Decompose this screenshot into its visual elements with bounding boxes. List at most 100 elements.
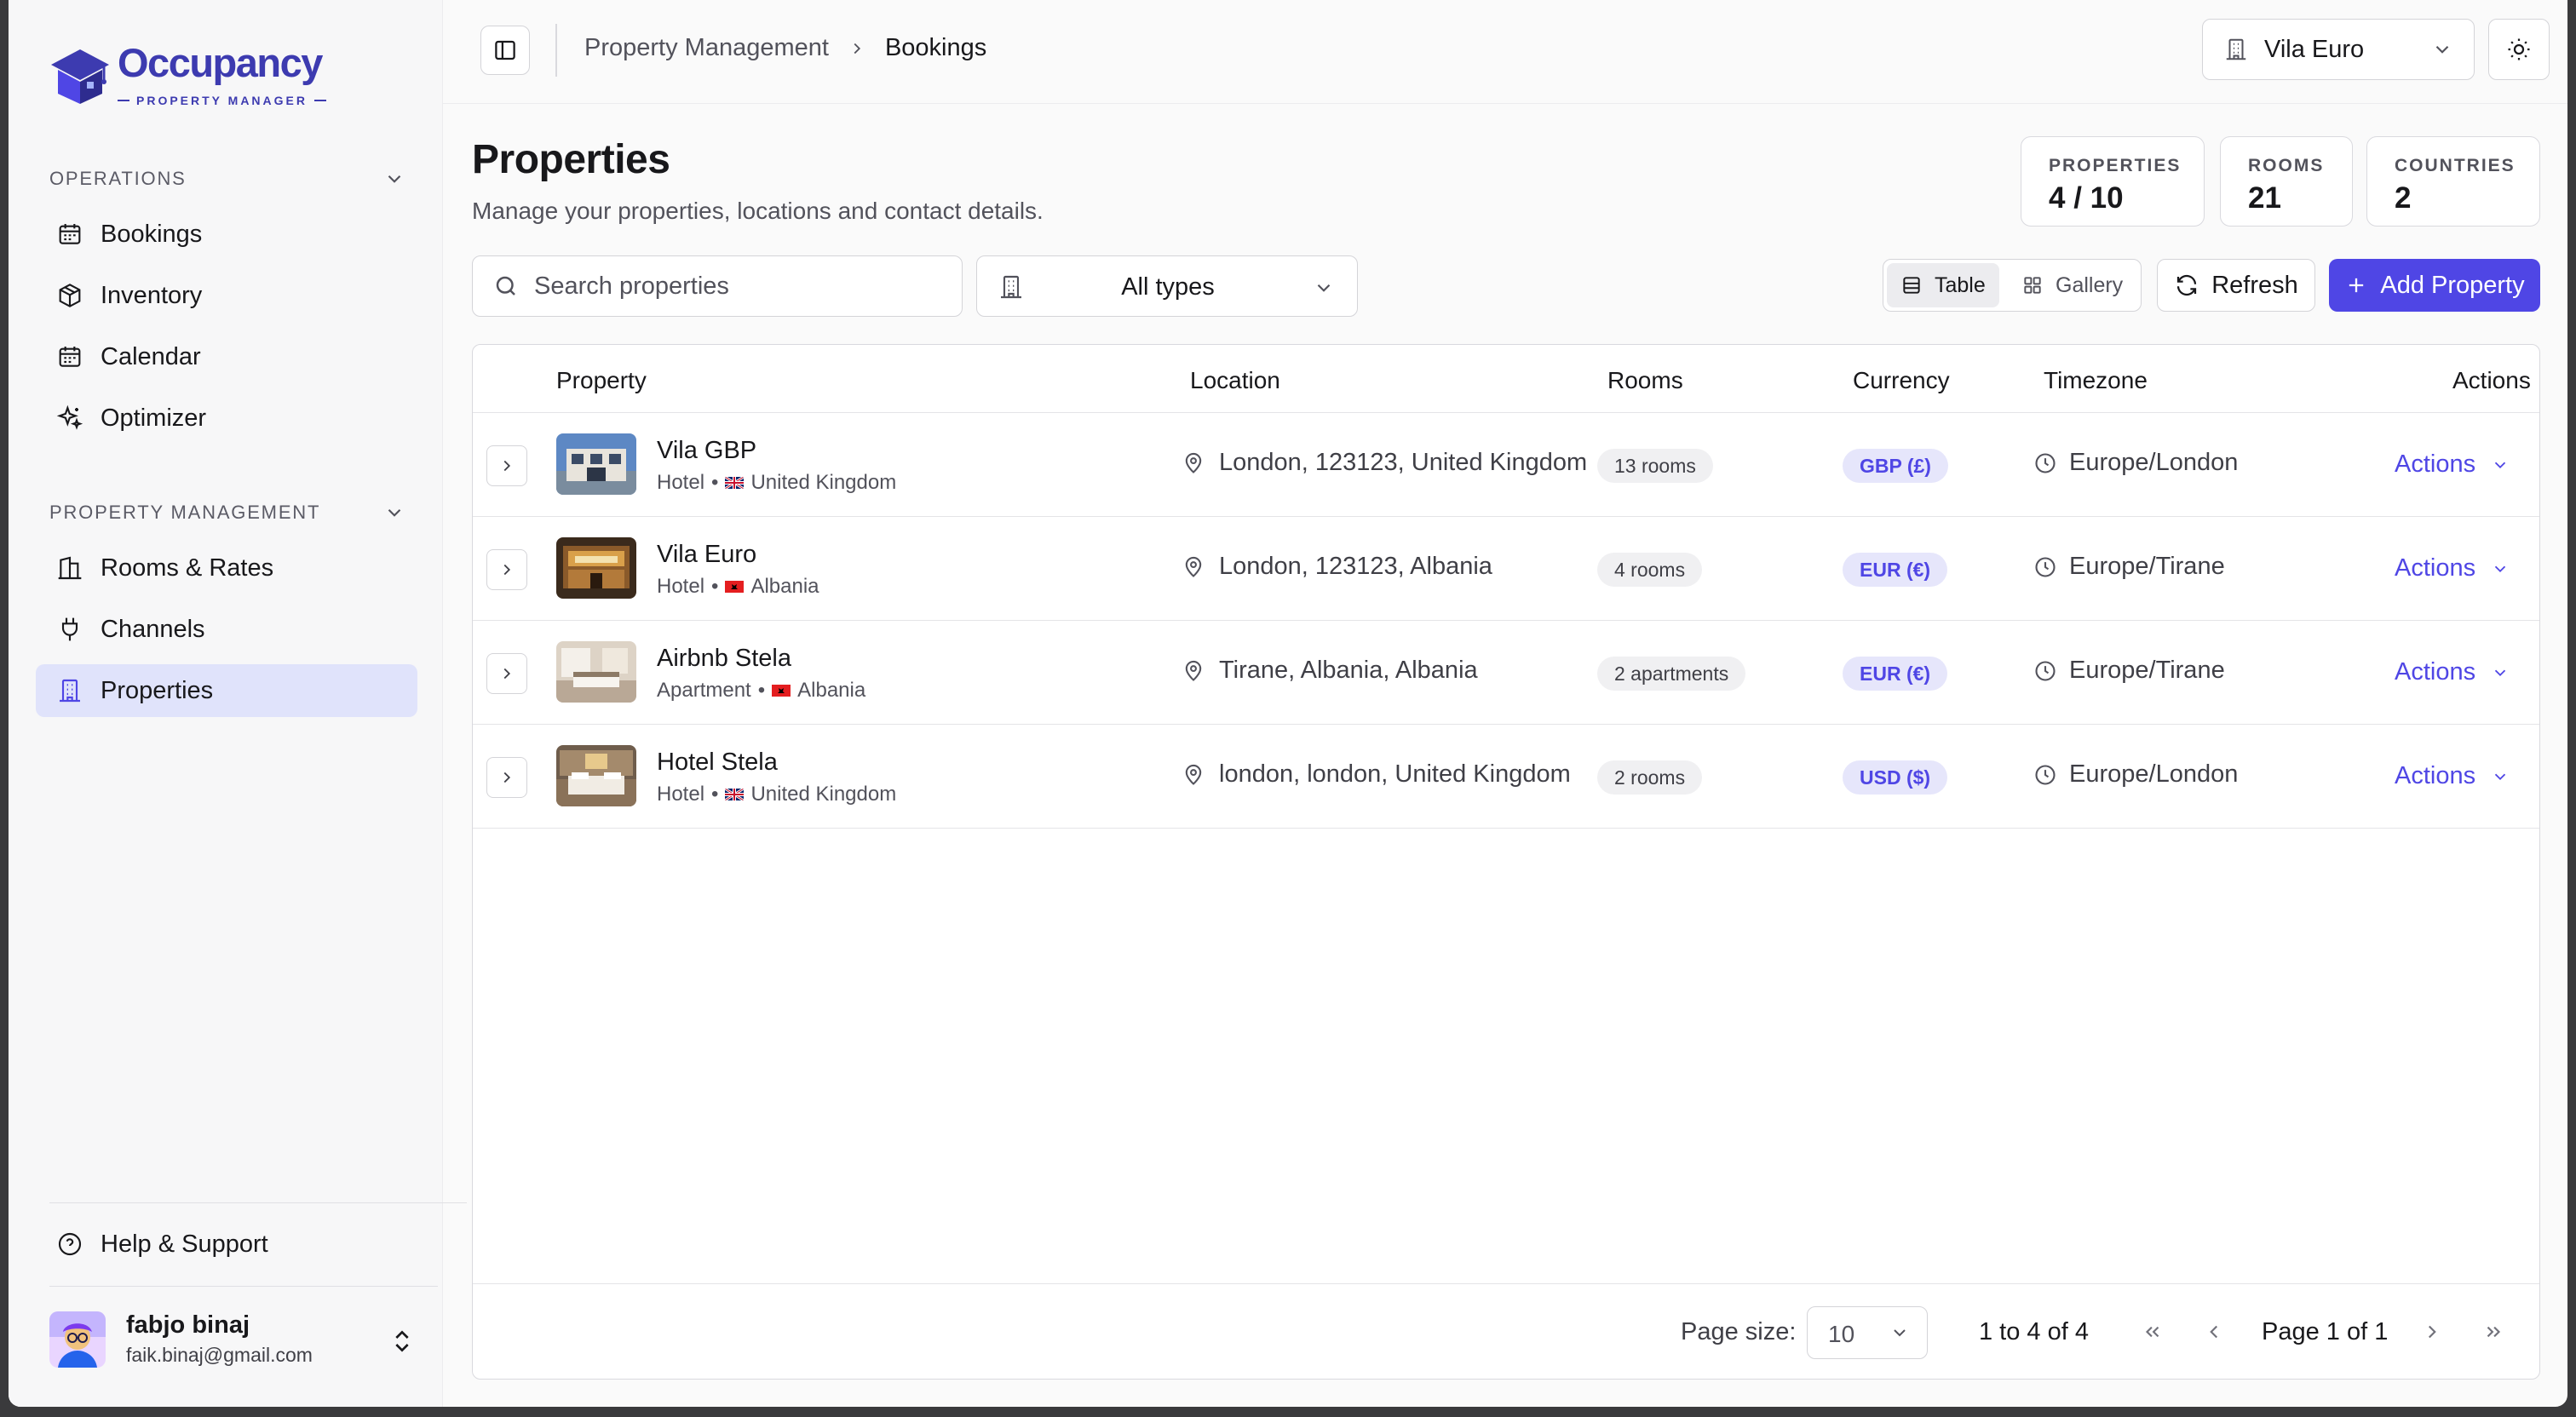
sidebar: Occupancy PROPERTY MANAGER OPERATIONS Bo… [9,0,467,1407]
page-size-value: 10 [1828,1321,1855,1347]
stat-rooms: ROOMS 21 [2220,136,2353,227]
logo-house-icon [51,49,109,104]
column-header-actions: Actions [2452,367,2531,393]
table-row[interactable]: Vila GBP Hotel • United Kingdom London, 1… [473,413,2539,517]
sidebar-item-optimizer[interactable]: Optimizer [36,392,417,445]
table-row[interactable]: Hotel Stela Hotel • United Kingdom london… [473,725,2539,829]
column-header-rooms: Rooms [1607,367,1683,393]
property-location: london, london, United Kingdom [1182,760,1571,789]
expand-row-button[interactable] [486,549,527,590]
property-thumbnail [556,537,636,599]
page-size-label: Page size: [1681,1318,1797,1345]
search-input[interactable] [534,272,943,301]
property-location: Tirane, Albania, Albania [1182,657,1478,685]
map-pin-icon [1185,556,1202,577]
search-box [472,255,963,317]
user-menu[interactable]: fabjo binaj faik.binaj@gmail.com [49,1311,416,1371]
sidebar-item-bookings[interactable]: Bookings [36,208,417,261]
sidebar-item-rooms-rates[interactable]: Rooms & Rates [36,542,417,594]
property-name[interactable]: Airbnb Stela [657,645,791,673]
operations-section-header[interactable]: OPERATIONS [49,164,405,194]
chevron-right-icon [503,564,511,576]
sidebar-item-label: Properties [101,676,214,704]
actions-label: Actions [2395,450,2476,478]
actions-label: Actions [2395,554,2476,582]
refresh-label: Refresh [2211,271,2298,299]
timezone-text: Europe/Tirane [2069,657,2225,684]
sidebar-divider [49,1286,438,1287]
property-name[interactable]: Vila GBP [657,437,756,465]
building-icon [58,556,82,580]
selected-property: Vila Euro [2264,35,2365,63]
toggle-sidebar-button[interactable] [480,26,530,75]
properties-table: Property Location Rooms Currency Timezon… [472,344,2540,1380]
expand-row-button[interactable] [486,757,527,798]
last-page-button[interactable] [2476,1315,2510,1349]
pagination-bar: Page size: 10 1 to 4 of 4 Page 1 of 1 [473,1283,2539,1379]
logo[interactable]: Occupancy PROPERTY MANAGER [49,39,356,116]
first-page-button[interactable] [2136,1315,2170,1349]
property-timezone: Europe/Tirane [2033,657,2225,685]
chevron-down-icon [2435,45,2449,54]
view-gallery-button[interactable]: Gallery [2008,263,2136,307]
page-size-select[interactable]: 10 [1807,1306,1928,1359]
property-name[interactable]: Hotel Stela [657,749,778,777]
row-actions-menu[interactable]: Actions [2395,658,2510,686]
table-row[interactable]: Vila Euro Hotel • Albania London, 123123,… [473,517,2539,621]
clock-icon [2035,556,2056,577]
property-country: Albania [797,679,866,702]
box-icon [59,284,81,307]
operations-label: OPERATIONS [49,168,187,189]
actions-label: Actions [2395,658,2476,686]
property-name[interactable]: Vila Euro [657,541,756,569]
next-page-button[interactable] [2415,1315,2449,1349]
property-timezone: Europe/Tirane [2033,553,2225,581]
property-management-section-header[interactable]: PROPERTY MANAGEMENT [49,497,405,528]
add-property-button[interactable]: Add Property [2329,259,2540,312]
rooms-badge: 2 rooms [1597,760,1703,795]
property-location: London, 123123, Albania [1182,553,1492,581]
clock-icon [2035,660,2056,681]
row-actions-menu[interactable]: Actions [2395,762,2510,790]
avatar [49,1311,106,1368]
breadcrumb: Property Management Bookings [584,34,986,62]
help-support-link[interactable]: Help & Support [36,1218,417,1271]
table-icon [1903,277,1920,294]
table-row[interactable]: Airbnb Stela Apartment • Albania Tirane, … [473,621,2539,725]
location-text: London, 123123, Albania [1219,553,1492,580]
chevrons-up-down-icon[interactable] [388,1327,416,1356]
timezone-text: Europe/London [2069,449,2239,476]
property-selector[interactable]: Vila Euro [2202,19,2475,80]
refresh-button[interactable]: Refresh [2157,259,2315,312]
sidebar-item-inventory[interactable]: Inventory [36,269,417,322]
app-tagline: PROPERTY MANAGER [118,94,327,107]
breadcrumb-bookings[interactable]: Bookings [885,34,986,62]
property-thumbnail [556,641,636,703]
expand-row-button[interactable] [486,445,527,486]
type-filter-select[interactable]: All types [976,255,1358,317]
topbar-separator [555,24,557,77]
expand-row-button[interactable] [486,653,527,694]
currency-badge: GBP (£) [1843,449,1948,483]
previous-page-button[interactable] [2197,1315,2231,1349]
rooms-badge: 13 rooms [1597,449,1713,483]
breadcrumb-property-management[interactable]: Property Management [584,34,829,62]
view-table-button[interactable]: Table [1887,263,1999,307]
property-management-label: PROPERTY MANAGEMENT [49,502,321,523]
row-actions-menu[interactable]: Actions [2395,450,2510,479]
tagline-text: PROPERTY MANAGER [136,94,308,107]
page-title: Properties [472,137,670,182]
property-type: Hotel [657,575,705,598]
uk-flag-icon [725,477,745,489]
sidebar-item-channels[interactable]: Channels [36,603,417,656]
property-meta: Hotel • United Kingdom [657,471,897,494]
chevron-down-icon [2494,773,2506,780]
chevron-down-icon [2494,669,2506,676]
property-timezone: Europe/London [2033,760,2238,789]
row-actions-menu[interactable]: Actions [2395,554,2510,582]
sidebar-item-properties[interactable]: Properties [36,664,417,717]
help-support-label: Help & Support [101,1230,268,1258]
theme-toggle-button[interactable] [2488,19,2550,80]
stat-value: 2 [2395,181,2412,215]
sidebar-item-calendar[interactable]: Calendar [36,330,417,383]
